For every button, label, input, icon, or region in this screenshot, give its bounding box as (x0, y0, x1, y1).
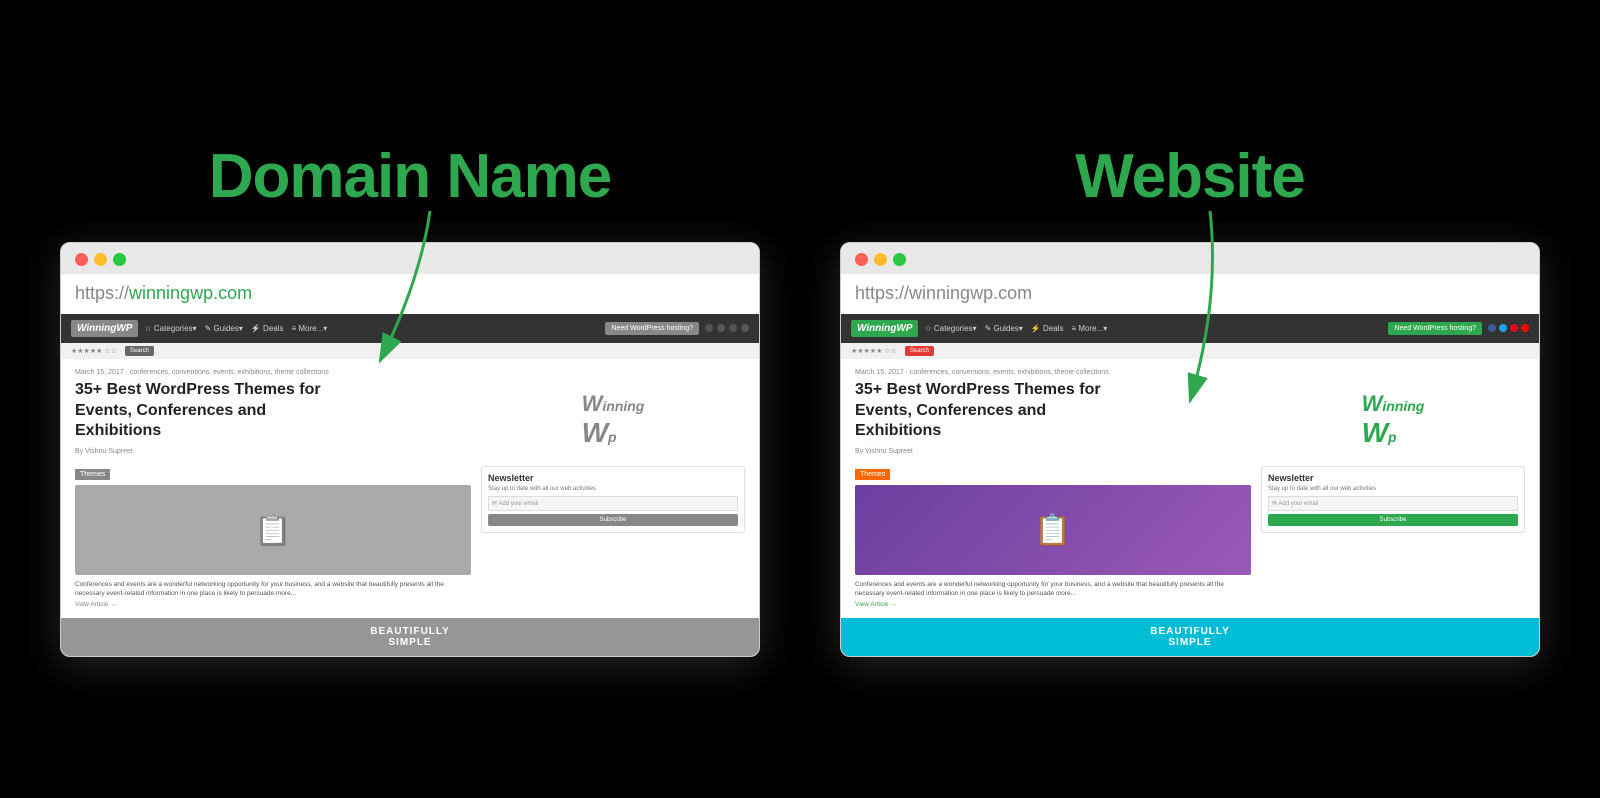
right-site-author: By Vishnu Supreet (855, 448, 1251, 455)
right-nav-links: ☆ Categories▾ ✎ Guides▾ ⚡ Deals ≡ More..… (924, 324, 1107, 333)
dot-red-right (855, 253, 868, 266)
right-subscribe-btn[interactable]: Subscribe (1268, 514, 1518, 526)
left-browser-content: WinningWP ☆ Categories▾ ✎ Guides▾ ⚡ Deal… (61, 314, 759, 657)
right-newsletter-input[interactable]: ✉ Add your email (1268, 496, 1518, 511)
right-url-text: https://winningwp.com (855, 283, 1032, 304)
right-site-logo: WinningWP (851, 320, 918, 337)
right-browser-chrome (841, 243, 1539, 274)
left-newsletter-input[interactable]: ✉ Add your email (488, 496, 738, 511)
left-subnav: ★★★★★ ☆☆ Search (61, 343, 759, 359)
left-sidebar: WinningWp Newsletter Stay up to date wit… (481, 380, 745, 609)
left-browser-dots (75, 253, 745, 266)
dot-green-left (113, 253, 126, 266)
right-newsletter-box: Newsletter Stay up to date with all our … (1261, 466, 1525, 533)
main-container: Domain Name https://winningwp.com (0, 111, 1600, 688)
dot-green-right (893, 253, 906, 266)
left-browser-mock: https://winningwp.com WinningWP ☆ Catego… (60, 242, 760, 658)
right-panel-title: Website (1075, 141, 1305, 212)
left-social-icons (705, 324, 749, 332)
left-newsletter-box: Newsletter Stay up to date with all our … (481, 466, 745, 533)
right-url-bar: https://winningwp.com (841, 274, 1539, 314)
left-url-gray: https:// (75, 283, 129, 304)
right-site-nav: WinningWP ☆ Categories▾ ✎ Guides▾ ⚡ Deal… (841, 314, 1539, 343)
right-article: 35+ Best WordPress Themes for Events, Co… (855, 380, 1251, 609)
left-logo-big: WinningWp (481, 380, 745, 460)
dot-yellow-right (874, 253, 887, 266)
right-beautifully-banner: BEAUTIFULLYSIMPLE (841, 618, 1539, 656)
right-browser-dots (855, 253, 1525, 266)
left-view-article: View Article → (75, 601, 471, 608)
left-article-img: 📋 (75, 485, 471, 575)
left-clipboard-icon: 📋 (254, 513, 291, 548)
left-excerpt: Conferences and events are a wonderful n… (75, 580, 471, 598)
left-site-logo: WinningWP (71, 320, 138, 337)
right-site-title: 35+ Best WordPress Themes for Events, Co… (855, 380, 1135, 442)
left-article: 35+ Best WordPress Themes for Events, Co… (75, 380, 471, 609)
right-social-icons (1488, 324, 1529, 332)
right-nav-cta: Need WordPress hosting? (1388, 322, 1482, 335)
left-site-nav: WinningWP ☆ Categories▾ ✎ Guides▾ ⚡ Deal… (61, 314, 759, 343)
right-excerpt: Conferences and events are a wonderful n… (855, 580, 1251, 598)
right-article-img: 📋 (855, 485, 1251, 575)
right-site-body: March 15, 2017 · conferences, convention… (841, 359, 1539, 619)
left-site-date: March 15, 2017 · conferences, convention… (75, 369, 745, 376)
left-panel: Domain Name https://winningwp.com (60, 141, 760, 658)
left-nav-cta: Need WordPress hosting? (605, 322, 699, 335)
left-themes-badge: Themes (75, 469, 110, 480)
right-clipboard-icon: 📋 (1034, 513, 1071, 548)
right-site-date: March 15, 2017 · conferences, convention… (855, 369, 1525, 376)
right-subnav: ★★★★★ ☆☆ Search (841, 343, 1539, 359)
left-url-green: winningwp.com (129, 283, 252, 304)
left-beautifully-banner: BEAUTIFULLYSIMPLE (61, 618, 759, 656)
left-site-title: 35+ Best WordPress Themes for Events, Co… (75, 380, 355, 442)
left-subscribe-btn[interactable]: Subscribe (488, 514, 738, 526)
right-browser-mock: https://winningwp.com WinningWP ☆ Catego… (840, 242, 1540, 658)
right-sidebar: WinningWp Newsletter Stay up to date wit… (1261, 380, 1525, 609)
left-browser-chrome (61, 243, 759, 274)
right-newsletter-desc: Stay up to date with all our web activit… (1268, 486, 1518, 492)
dot-red-left (75, 253, 88, 266)
right-newsletter-title: Newsletter (1268, 473, 1518, 483)
right-themes-badge: Themes (855, 469, 890, 480)
right-logo-big: WinningWp (1261, 380, 1525, 460)
left-panel-title: Domain Name (209, 141, 611, 212)
right-main-content: 35+ Best WordPress Themes for Events, Co… (855, 380, 1525, 609)
left-main-content: 35+ Best WordPress Themes for Events, Co… (75, 380, 745, 609)
left-site-body: March 15, 2017 · conferences, convention… (61, 359, 759, 619)
left-nav-links: ☆ Categories▾ ✎ Guides▾ ⚡ Deals ≡ More..… (144, 324, 327, 333)
left-site-author: By Vishnu Supreet (75, 448, 471, 455)
right-panel: Website https://winningwp.com (840, 141, 1540, 658)
dot-yellow-left (94, 253, 107, 266)
right-browser-content: WinningWP ☆ Categories▾ ✎ Guides▾ ⚡ Deal… (841, 314, 1539, 657)
left-search-btn: Search (125, 346, 154, 356)
left-newsletter-desc: Stay up to date with all our web activit… (488, 486, 738, 492)
left-newsletter-title: Newsletter (488, 473, 738, 483)
right-search-btn: Search (905, 346, 934, 356)
right-view-article: View Article → (855, 601, 1251, 608)
left-url-bar: https://winningwp.com (61, 274, 759, 314)
